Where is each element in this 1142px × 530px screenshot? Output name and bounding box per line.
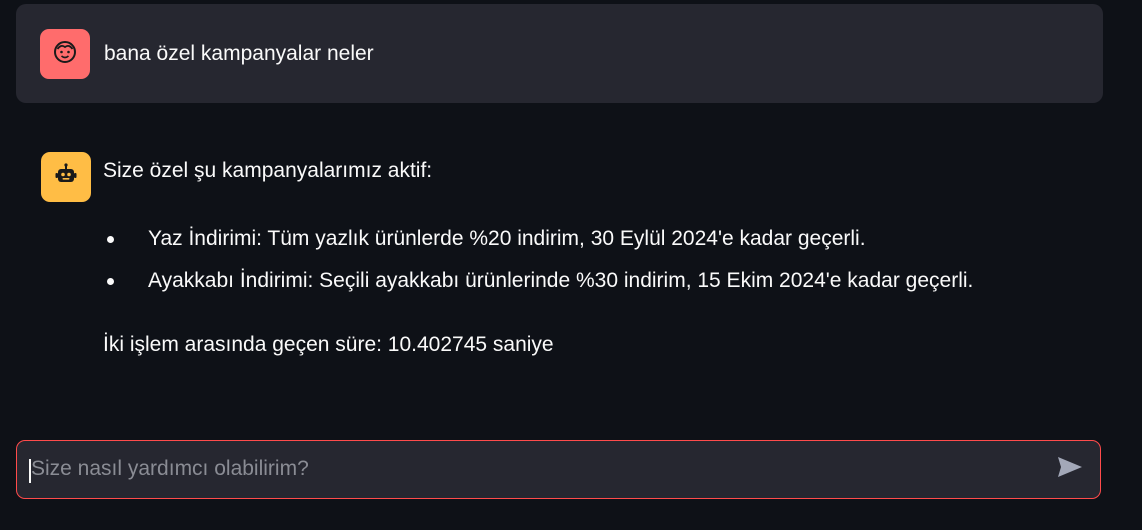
assistant-intro: Size özel şu kampanyalarımız aktif:: [103, 159, 433, 182]
list-item-text: Yaz İndirimi: Tüm yazlık ürünlerde %20 i…: [148, 227, 866, 250]
user-face-icon: [52, 39, 78, 70]
assistant-message: Size özel şu kampanyalarımız aktif: Yaz …: [103, 156, 1103, 356]
bullet-icon: [107, 278, 114, 285]
assistant-avatar: [41, 152, 91, 202]
list-item: Ayakkabı İndirimi: Seçili ayakkabı ürünl…: [103, 266, 1103, 296]
user-message: bana özel kampanyalar neler: [16, 4, 1103, 103]
list-item-text: Ayakkabı İndirimi: Seçili ayakkabı ürünl…: [148, 269, 974, 292]
campaign-list: Yaz İndirimi: Tüm yazlık ürünlerde %20 i…: [103, 224, 1103, 308]
robot-icon: [53, 162, 79, 193]
send-button[interactable]: [1054, 455, 1086, 483]
chat-page: bana özel kampanyalar neler Size özel şu…: [0, 0, 1142, 530]
list-item: Yaz İndirimi: Tüm yazlık ürünlerde %20 i…: [103, 224, 1103, 254]
elapsed-time-text: İki işlem arasında geçen süre: 10.402745…: [103, 333, 554, 356]
bullet-icon: [107, 236, 114, 243]
chat-input-container: [16, 440, 1101, 499]
user-avatar: [40, 29, 90, 79]
user-message-text: bana özel kampanyalar neler: [104, 42, 374, 65]
send-icon: [1056, 455, 1084, 484]
chat-input[interactable]: [31, 441, 1031, 497]
